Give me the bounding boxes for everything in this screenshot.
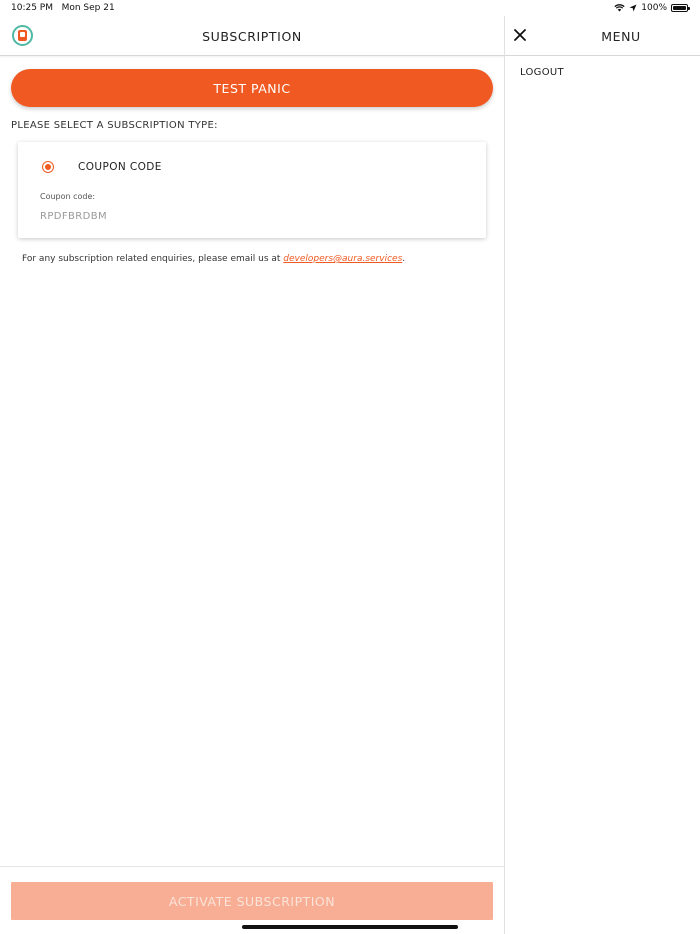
coupon-field-label: Coupon code: [40, 192, 96, 201]
coupon-card: COUPON CODE Coupon code: [18, 142, 486, 238]
menu-header: MENU [505, 16, 700, 56]
battery-percent: 100% [641, 3, 667, 13]
status-time: 10:25 PM Mon Sep 21 [11, 3, 115, 13]
menu-panel: MENU LOGOUT [504, 16, 700, 934]
radio-dot [45, 164, 51, 170]
status-bar: 10:25 PM Mon Sep 21 100% [0, 0, 700, 16]
coupon-option-label[interactable]: COUPON CODE [78, 161, 162, 173]
battery-icon [671, 4, 690, 12]
location-arrow-icon [629, 4, 637, 12]
page-title: SUBSCRIPTION [202, 29, 302, 44]
enquiry-text: For any subscription related enquiries, … [22, 254, 405, 264]
menu-title: MENU [601, 29, 641, 44]
home-indicator [242, 925, 458, 929]
main-panel: SUBSCRIPTION TEST PANIC PLEASE SELECT A … [0, 16, 504, 934]
support-email-link[interactable]: developers@aura.services [283, 254, 402, 264]
status-date: Mon Sep 21 [61, 3, 115, 13]
wifi-icon [614, 4, 625, 12]
main-header: SUBSCRIPTION [0, 16, 504, 56]
enquiry-suffix: . [402, 254, 406, 264]
test-panic-button[interactable]: TEST PANIC [11, 69, 493, 107]
close-icon[interactable] [513, 28, 527, 42]
activate-subscription-button[interactable]: ACTIVATE SUBSCRIPTION [11, 882, 493, 920]
footer-divider [0, 866, 504, 867]
radio-selected-icon[interactable] [42, 161, 54, 173]
enquiry-message: For any subscription related enquiries, … [22, 254, 284, 264]
coupon-code-input[interactable] [40, 208, 460, 224]
subscription-type-label: PLEASE SELECT A SUBSCRIPTION TYPE: [11, 120, 218, 131]
status-indicators: 100% [614, 3, 690, 13]
menu-item-logout[interactable]: LOGOUT [520, 67, 564, 78]
status-clock: 10:25 PM [11, 3, 53, 13]
